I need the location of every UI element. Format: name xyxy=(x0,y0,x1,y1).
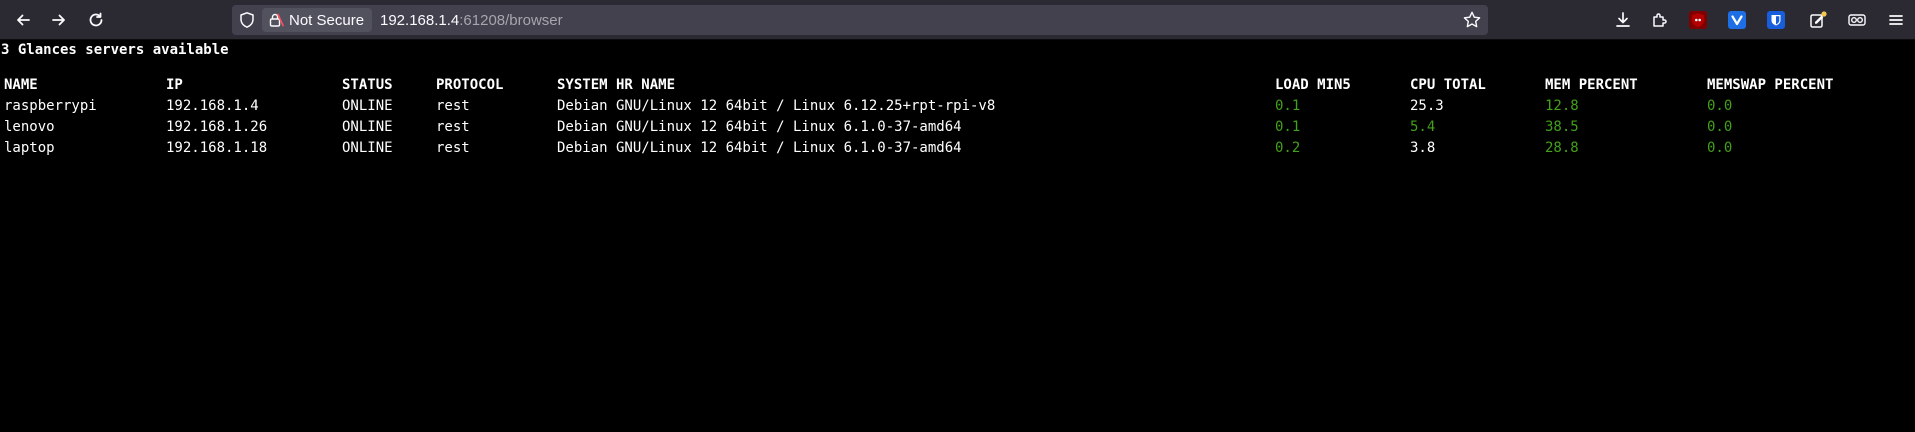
browser-toolbar: Not Secure 192.168.1.4:61208/browser xyxy=(0,0,1915,40)
server-system: Debian GNU/Linux 12 64bit / Linux 6.12.2… xyxy=(557,98,996,114)
header-ip: IP xyxy=(166,77,183,93)
not-secure-label: Not Secure xyxy=(289,11,365,29)
header-system: SYSTEM HR NAME xyxy=(557,77,676,93)
glasses-icon xyxy=(1848,14,1866,26)
arrow-left-icon xyxy=(17,14,30,26)
address-bar[interactable]: Not Secure 192.168.1.4:61208/browser xyxy=(232,5,1488,35)
servers-summary: 3 Glances servers available xyxy=(1,42,229,58)
hamburger-menu-icon xyxy=(1889,15,1903,25)
downloads-button[interactable] xyxy=(1609,6,1637,34)
server-load: 0.2 xyxy=(1275,140,1301,156)
server-ip: 192.168.1.4 xyxy=(166,98,259,114)
server-swap: 0.0 xyxy=(1707,119,1733,135)
server-ip: 192.168.1.18 xyxy=(166,140,268,156)
download-icon xyxy=(1616,12,1630,27)
arrow-right-icon xyxy=(52,14,65,26)
not-secure-indicator[interactable]: Not Secure xyxy=(262,8,373,32)
server-status: ONLINE xyxy=(342,119,393,135)
header-mem: MEM PERCENT xyxy=(1545,77,1638,93)
vpn-extension-icon[interactable] xyxy=(1728,11,1746,29)
puzzle-piece-icon xyxy=(1653,13,1667,27)
header-cpu: CPU TOTAL xyxy=(1410,77,1486,93)
table-row[interactable]: laptop 192.168.1.18 ONLINE rest Debian G… xyxy=(0,138,1915,159)
url-text[interactable]: 192.168.1.4:61208/browser xyxy=(380,5,563,35)
table-row[interactable]: lenovo 192.168.1.26 ONLINE rest Debian G… xyxy=(0,117,1915,138)
server-load: 0.1 xyxy=(1275,119,1301,135)
tracking-protection-shield-icon[interactable] xyxy=(238,11,256,29)
header-status: STATUS xyxy=(342,77,393,93)
note-edit-icon xyxy=(1810,11,1827,28)
server-load: 0.1 xyxy=(1275,98,1301,114)
server-swap: 0.0 xyxy=(1707,140,1733,156)
extensions-button[interactable] xyxy=(1646,6,1674,34)
server-system: Debian GNU/Linux 12 64bit / Linux 6.1.0-… xyxy=(557,140,962,156)
bitwarden-icon[interactable] xyxy=(1767,11,1785,29)
server-protocol: rest xyxy=(436,119,470,135)
server-swap: 0.0 xyxy=(1707,98,1733,114)
header-protocol: PROTOCOL xyxy=(436,77,504,93)
server-name: raspberrypi xyxy=(4,98,97,114)
url-host: 192.168.1.4 xyxy=(380,11,460,29)
server-status: ONLINE xyxy=(342,140,393,156)
server-mem: 28.8 xyxy=(1545,140,1579,156)
forward-button[interactable] xyxy=(45,6,73,34)
server-name: lenovo xyxy=(4,119,55,135)
ublock-origin-icon[interactable] xyxy=(1689,11,1707,29)
reader-view-button[interactable] xyxy=(1843,6,1871,34)
url-path: :61208/browser xyxy=(459,11,563,29)
app-menu-button[interactable] xyxy=(1882,6,1910,34)
back-button[interactable] xyxy=(9,6,37,34)
reload-button[interactable] xyxy=(82,6,110,34)
insecure-lock-icon xyxy=(269,13,284,27)
server-mem: 38.5 xyxy=(1545,119,1579,135)
server-mem: 12.8 xyxy=(1545,98,1579,114)
bookmark-star-icon[interactable] xyxy=(1462,10,1482,30)
server-protocol: rest xyxy=(436,98,470,114)
server-ip: 192.168.1.26 xyxy=(166,119,268,135)
header-name: NAME xyxy=(4,77,38,93)
server-status: ONLINE xyxy=(342,98,393,114)
server-cpu: 25.3 xyxy=(1410,98,1444,114)
server-protocol: rest xyxy=(436,140,470,156)
notes-extension-button[interactable] xyxy=(1804,6,1832,34)
reload-icon xyxy=(89,12,103,27)
glances-browser-page: 3 Glances servers available NAME IP STAT… xyxy=(0,40,1915,432)
header-load: LOAD MIN5 xyxy=(1275,77,1351,93)
server-name: laptop xyxy=(4,140,55,156)
header-swap: MEMSWAP PERCENT xyxy=(1707,77,1834,93)
server-cpu: 5.4 xyxy=(1410,119,1436,135)
table-row[interactable]: raspberrypi 192.168.1.4 ONLINE rest Debi… xyxy=(0,96,1915,117)
server-cpu: 3.8 xyxy=(1410,140,1436,156)
table-header: NAME IP STATUS PROTOCOL SYSTEM HR NAME L… xyxy=(0,75,1915,96)
server-system: Debian GNU/Linux 12 64bit / Linux 6.1.0-… xyxy=(557,119,962,135)
